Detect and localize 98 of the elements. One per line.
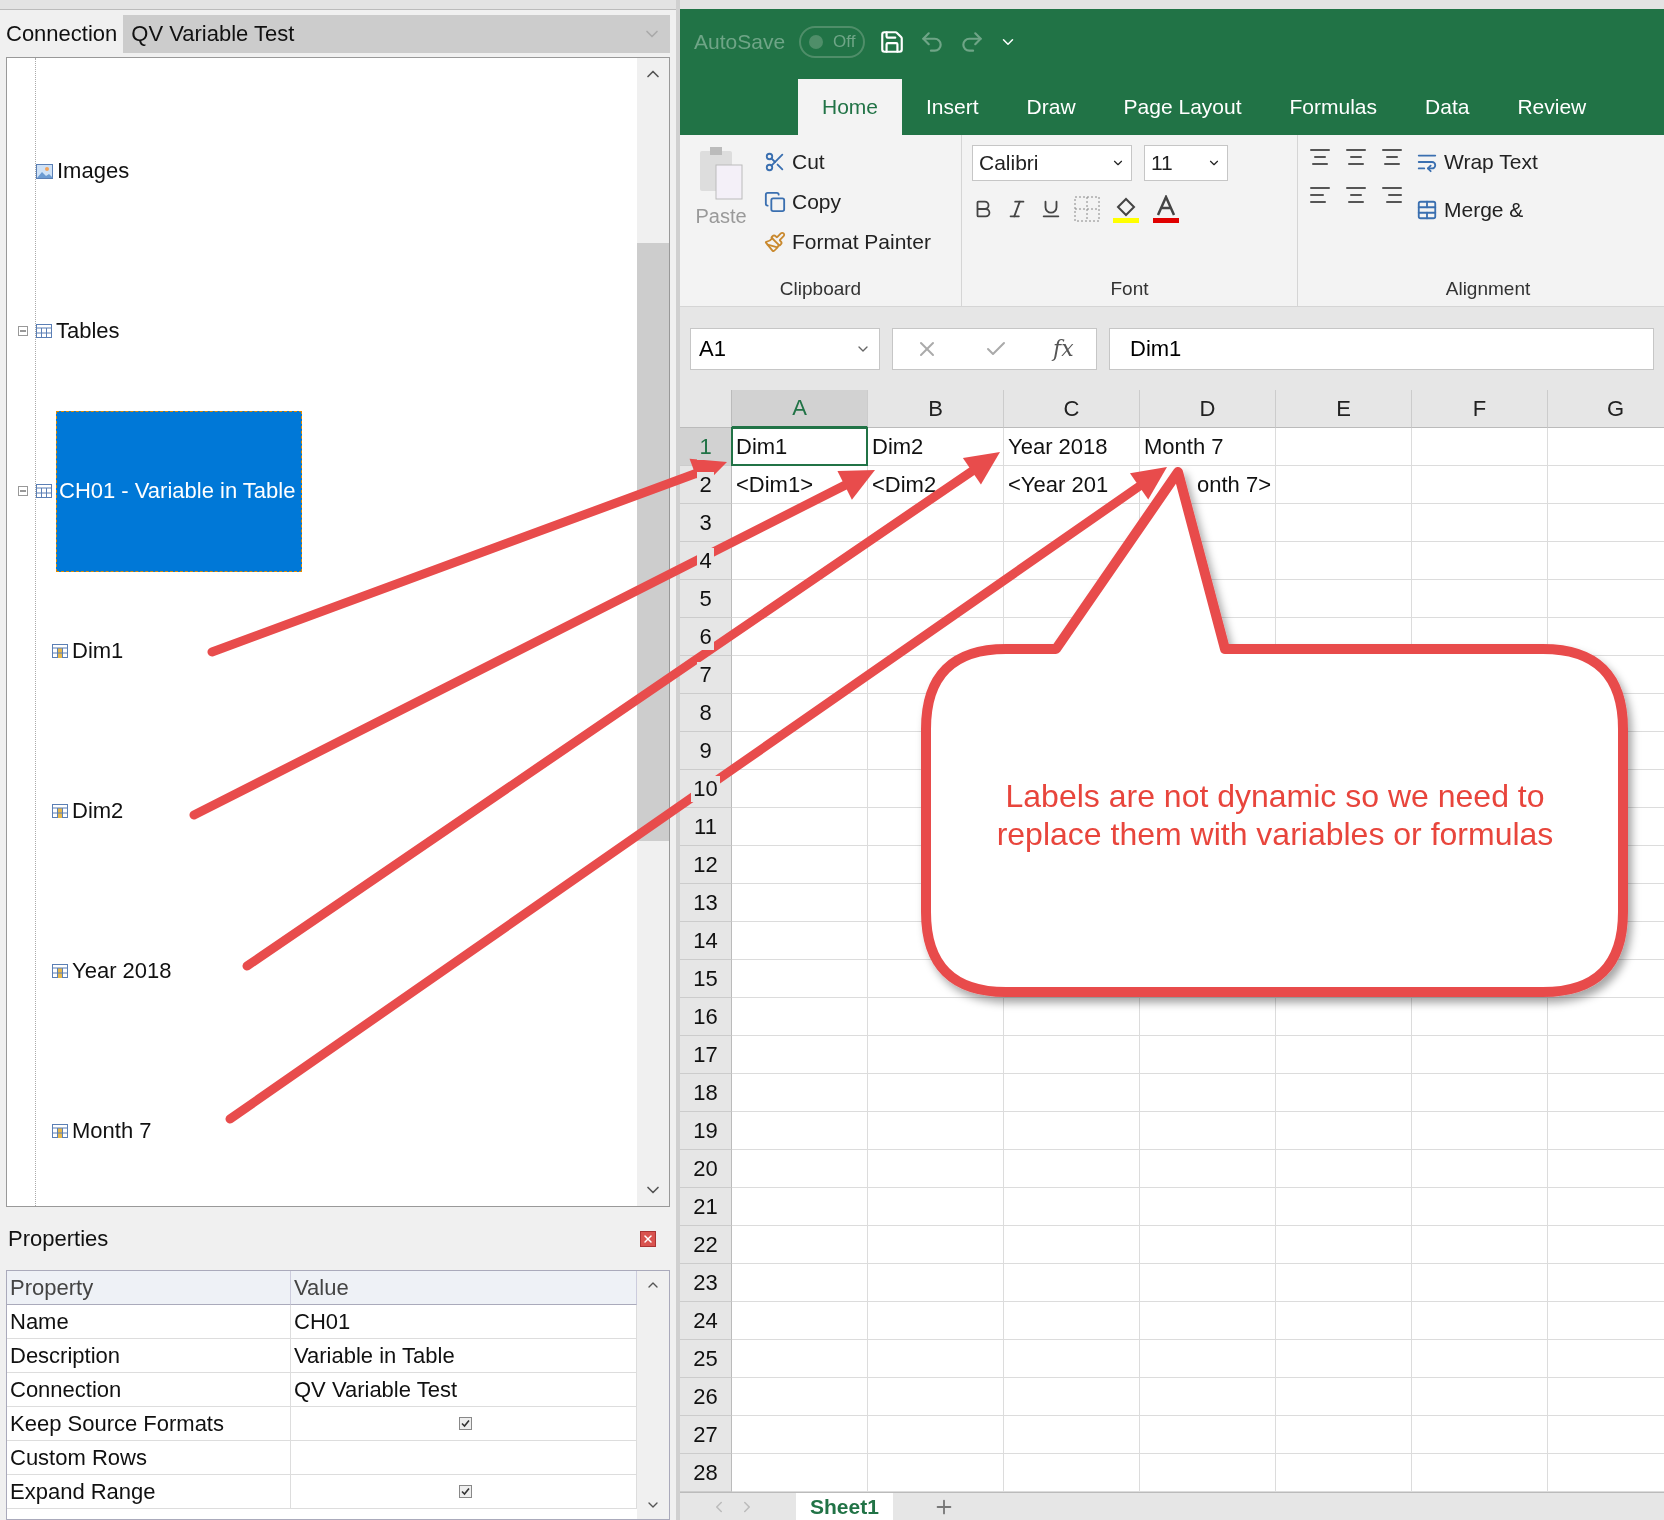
row-header[interactable]: 28 <box>680 1454 732 1492</box>
ribbon-tab[interactable]: Formulas <box>1265 79 1402 135</box>
font-size-field[interactable]: 11 <box>1144 145 1228 181</box>
row-header[interactable]: 24 <box>680 1302 732 1340</box>
save-icon[interactable] <box>879 29 906 55</box>
paintbrush-icon <box>764 231 786 253</box>
property-name: Connection <box>7 1373 291 1407</box>
row-header[interactable]: 12 <box>680 846 732 884</box>
connection-label: Connection <box>6 20 118 47</box>
clipboard-button[interactable]: Format Painter <box>764 225 931 259</box>
insert-function-button[interactable]: fx <box>1053 336 1074 361</box>
ribbon-tab[interactable]: Page Layout <box>1099 79 1266 135</box>
column-header[interactable]: B <box>868 390 1004 428</box>
row-header[interactable]: 18 <box>680 1074 732 1112</box>
row-header[interactable]: 5 <box>680 580 732 618</box>
underline-icon[interactable] <box>1040 198 1062 220</box>
tree-item[interactable]: Year 2018 <box>72 958 172 984</box>
column-header[interactable]: E <box>1276 390 1412 428</box>
group-label: Clipboard <box>778 277 863 301</box>
column-header: Value <box>291 1271 637 1305</box>
clipboard-icon <box>698 145 744 201</box>
tree-item[interactable]: Dim2 <box>72 798 124 824</box>
row-header[interactable]: 15 <box>680 960 732 998</box>
tree-item[interactable]: Month 7 <box>72 1118 152 1144</box>
row-header[interactable]: 16 <box>680 998 732 1036</box>
sheet-tab[interactable]: Sheet1 <box>796 1493 893 1520</box>
row-header[interactable]: 21 <box>680 1188 732 1226</box>
row-header[interactable]: 8 <box>680 694 732 732</box>
connection-dropdown[interactable]: QV Variable Test <box>123 14 670 53</box>
wrap-text-button[interactable]: Wrap Text <box>1416 145 1538 179</box>
merge-icon <box>1416 199 1438 221</box>
row-header[interactable]: 13 <box>680 884 732 922</box>
collapse-icon[interactable] <box>18 486 28 496</box>
row-header[interactable]: 20 <box>680 1150 732 1188</box>
font-name-field[interactable]: Calibri <box>972 145 1132 181</box>
ribbon-tab[interactable]: Insert <box>902 79 1003 135</box>
row-header[interactable]: 22 <box>680 1226 732 1264</box>
row-header[interactable]: 25 <box>680 1340 732 1378</box>
row-header[interactable]: 9 <box>680 732 732 770</box>
font-color-icon[interactable] <box>1152 195 1180 223</box>
column-header[interactable]: F <box>1412 390 1548 428</box>
property-name: Name <box>7 1305 291 1339</box>
fill-color-icon[interactable] <box>1112 195 1140 223</box>
property-name: Description <box>7 1339 291 1373</box>
close-icon[interactable] <box>640 1230 656 1247</box>
property-value: QV Variable Test <box>291 1373 637 1407</box>
scissors-icon <box>764 151 786 173</box>
property-value: Variable in Table <box>291 1339 637 1373</box>
column-header[interactable]: A <box>732 390 868 428</box>
table-icon <box>36 324 52 338</box>
row-header[interactable]: 17 <box>680 1036 732 1074</box>
scrollbar[interactable] <box>637 58 669 1206</box>
row-header[interactable]: 27 <box>680 1416 732 1454</box>
ribbon-tab[interactable]: Data <box>1401 79 1494 135</box>
tree-item[interactable]: Dim1 <box>72 638 124 664</box>
checkbox[interactable] <box>458 1485 472 1498</box>
clipboard-button[interactable]: Cut <box>764 145 931 179</box>
column-header[interactable]: D <box>1140 390 1276 428</box>
table-field-icon <box>52 964 68 978</box>
table-field-icon <box>52 1124 68 1138</box>
table-field-icon <box>52 804 68 818</box>
row-header[interactable]: 14 <box>680 922 732 960</box>
merge-button[interactable]: Merge & <box>1416 193 1538 227</box>
property-name: Expand Range <box>7 1475 291 1509</box>
property-name: Keep Source Formats <box>7 1407 291 1441</box>
callout-text: Labels are not dynamic so we need to replace them with variables or formulas <box>995 777 1555 853</box>
group-label: Alignment <box>1444 277 1532 301</box>
name-box[interactable]: A1 <box>690 327 880 370</box>
table-icon <box>36 484 52 498</box>
table-field-icon <box>52 644 68 658</box>
ribbon-tab[interactable]: Home <box>798 79 903 135</box>
panel-title: Properties <box>8 1225 109 1252</box>
column-header[interactable]: G <box>1548 390 1664 428</box>
row-header[interactable]: 1 <box>680 428 732 466</box>
column-header[interactable]: C <box>1004 390 1140 428</box>
property-value: CH01 <box>291 1305 637 1339</box>
table-cell[interactable]: Dim1 <box>732 428 867 465</box>
row-header[interactable]: 23 <box>680 1264 732 1302</box>
clipboard-button[interactable]: Copy <box>764 185 931 219</box>
property-name: Custom Rows <box>7 1441 291 1475</box>
group-label: Font <box>1109 277 1150 301</box>
collapse-icon[interactable] <box>18 326 28 336</box>
tree-item[interactable]: Images <box>57 158 130 184</box>
formula-field[interactable]: Dim1 <box>1109 327 1654 370</box>
ribbon-tab[interactable]: Review <box>1493 79 1611 135</box>
tree-item[interactable]: Tables <box>56 318 120 344</box>
autosave-label: AutoSave <box>694 30 786 54</box>
checkbox[interactable] <box>458 1417 472 1430</box>
copy-icon <box>764 191 786 213</box>
row-header[interactable]: 26 <box>680 1378 732 1416</box>
ribbon-tab[interactable]: Draw <box>1002 79 1100 135</box>
row-header[interactable]: 11 <box>680 808 732 846</box>
row-header[interactable]: 3 <box>680 504 732 542</box>
image-icon <box>36 163 53 179</box>
tree-item[interactable]: CH01 - Variable in Table <box>56 410 303 572</box>
scrollbar[interactable] <box>637 1271 669 1519</box>
row-header[interactable]: 19 <box>680 1112 732 1150</box>
column-header: Property <box>7 1271 291 1305</box>
